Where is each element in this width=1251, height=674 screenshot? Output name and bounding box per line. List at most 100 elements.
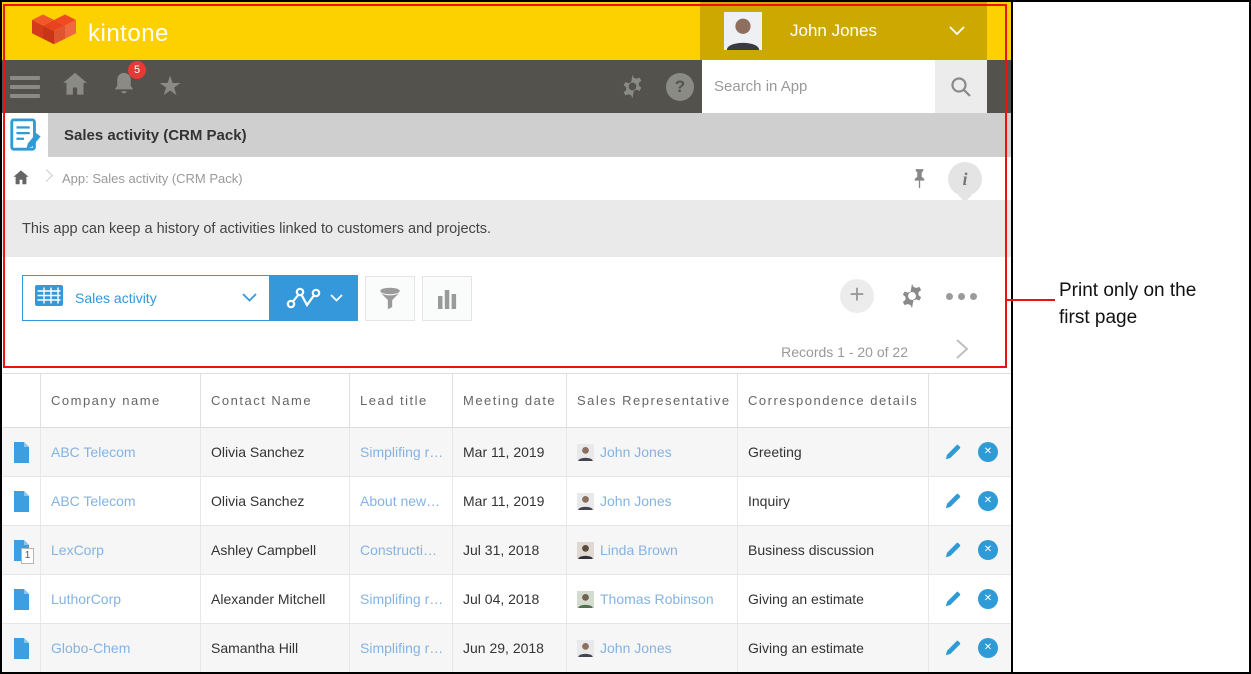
sales-rep-cell[interactable]: John Jones: [566, 428, 737, 476]
home-icon[interactable]: [60, 71, 90, 102]
more-options-icon[interactable]: [946, 293, 977, 300]
table-row[interactable]: Globo-Chem Samantha Hill Simplifing r… J…: [2, 624, 1013, 672]
search-button[interactable]: [935, 60, 987, 113]
meeting-date-cell: Jul 04, 2018: [452, 575, 566, 623]
meeting-date-cell: Mar 11, 2019: [452, 428, 566, 476]
breadcrumb-home-icon[interactable]: [12, 169, 30, 191]
table-row[interactable]: LuthorCorp Alexander Mitchell Simplifing…: [2, 575, 1013, 624]
record-cell[interactable]: [2, 624, 40, 672]
sales-rep-cell[interactable]: John Jones: [566, 624, 737, 672]
record-cell[interactable]: [2, 575, 40, 623]
line-chart-icon: [286, 287, 322, 310]
correspondence-details-cell: Giving an estimate: [737, 575, 928, 623]
annotation-connector-line: [1007, 299, 1055, 301]
table-row[interactable]: ABC Telecom Olivia Sanchez About new… Ma…: [2, 477, 1013, 526]
contact-name-cell: Olivia Sanchez: [200, 477, 349, 525]
annotation-text: Print only on the first page: [1059, 277, 1239, 331]
app-settings-gear-icon[interactable]: [898, 282, 926, 315]
edit-record-icon[interactable]: [944, 639, 962, 657]
user-menu[interactable]: John Jones: [700, 2, 987, 60]
app-info-icon[interactable]: i: [948, 162, 982, 196]
delete-record-icon[interactable]: ✕: [978, 491, 998, 511]
settings-gear-icon[interactable]: [619, 73, 646, 105]
view-selector-dropdown[interactable]: Sales activity: [22, 275, 270, 321]
delete-record-icon[interactable]: ✕: [978, 638, 998, 658]
rep-avatar: [577, 640, 594, 657]
company-name-link[interactable]: Globo-Chem: [40, 624, 200, 672]
table-row[interactable]: 1 LexCorp Ashley Campbell Constructi… Ju…: [2, 526, 1013, 575]
column-header-spacer: [2, 374, 40, 427]
company-name-link[interactable]: ABC Telecom: [40, 477, 200, 525]
global-toolbar: 5 ★ ?: [2, 60, 1011, 113]
lead-title-link[interactable]: About new…: [349, 477, 452, 525]
column-header: Lead title: [349, 374, 452, 427]
row-actions: ✕: [928, 575, 1013, 623]
chevron-down-icon: [242, 289, 257, 307]
user-avatar: [724, 12, 762, 50]
correspondence-details-cell: Business discussion: [737, 526, 928, 574]
column-header: Sales Representative: [566, 374, 737, 427]
lead-title-link[interactable]: Simplifing r…: [349, 428, 452, 476]
record-cell[interactable]: [2, 477, 40, 525]
app-description-text: This app can keep a history of activitie…: [22, 221, 491, 237]
delete-record-icon[interactable]: ✕: [978, 589, 998, 609]
notifications-bell-icon[interactable]: 5: [110, 70, 138, 103]
company-name-link[interactable]: LexCorp: [40, 526, 200, 574]
record-document-icon: [12, 490, 31, 513]
lead-title-link[interactable]: Simplifing r…: [349, 624, 452, 672]
delete-record-icon[interactable]: ✕: [978, 442, 998, 462]
chevron-down-icon: [330, 294, 343, 302]
table-row[interactable]: ABC Telecom Olivia Sanchez Simplifing r……: [2, 428, 1013, 477]
record-cell[interactable]: [2, 428, 40, 476]
next-page-icon[interactable]: [954, 337, 970, 366]
rep-name-link[interactable]: Thomas Robinson: [600, 591, 714, 607]
chevron-down-icon: [949, 22, 965, 40]
search-input[interactable]: [702, 60, 935, 113]
rep-name-link[interactable]: John Jones: [600, 493, 672, 509]
lead-title-link[interactable]: Simplifing r…: [349, 575, 452, 623]
company-name-link[interactable]: ABC Telecom: [40, 428, 200, 476]
delete-record-icon[interactable]: ✕: [978, 540, 998, 560]
record-document-icon: [12, 588, 31, 611]
rep-name-link[interactable]: John Jones: [600, 444, 672, 460]
edit-record-icon[interactable]: [944, 541, 962, 559]
correspondence-details-cell: Greeting: [737, 428, 928, 476]
rep-avatar: [577, 591, 594, 608]
company-name-link[interactable]: LuthorCorp: [40, 575, 200, 623]
chart-view-button[interactable]: [270, 275, 358, 321]
title-bar: Sales activity (CRM Pack): [48, 113, 1011, 157]
graph-button[interactable]: [422, 276, 472, 321]
hamburger-menu-icon[interactable]: [10, 76, 40, 98]
breadcrumb-app-label[interactable]: App: Sales activity (CRM Pack): [62, 171, 243, 186]
column-header: Meeting date: [452, 374, 566, 427]
correspondence-details-cell: Giving an estimate: [737, 624, 928, 672]
edit-record-icon[interactable]: [944, 590, 962, 608]
kintone-logo-text: kintone: [88, 20, 169, 48]
lead-title-link[interactable]: Constructi…: [349, 526, 452, 574]
favorites-star-icon[interactable]: ★: [158, 73, 182, 100]
rep-avatar: [577, 493, 594, 510]
edit-record-icon[interactable]: [944, 492, 962, 510]
bar-chart-icon: [436, 287, 458, 311]
add-record-button[interactable]: +: [840, 279, 874, 313]
sales-rep-cell[interactable]: Thomas Robinson: [566, 575, 737, 623]
contact-name-cell: Alexander Mitchell: [200, 575, 349, 623]
help-icon[interactable]: ?: [666, 73, 694, 101]
row-actions: ✕: [928, 526, 1013, 574]
pin-icon[interactable]: [912, 167, 927, 195]
row-actions: ✕: [928, 477, 1013, 525]
rep-name-link[interactable]: Linda Brown: [600, 542, 678, 558]
correspondence-details-cell: Inquiry: [737, 477, 928, 525]
filter-button[interactable]: [365, 276, 415, 321]
rep-name-link[interactable]: John Jones: [600, 640, 672, 656]
sales-rep-cell[interactable]: Linda Brown: [566, 526, 737, 574]
kintone-logo[interactable]: kintone: [32, 12, 169, 55]
breadcrumb: App: Sales activity (CRM Pack) i: [2, 157, 1011, 200]
record-cell[interactable]: 1: [2, 526, 40, 574]
table-body: ABC Telecom Olivia Sanchez Simplifing r……: [2, 428, 1013, 672]
sales-rep-cell[interactable]: John Jones: [566, 477, 737, 525]
column-header: Contact Name: [200, 374, 349, 427]
meeting-date-cell: Mar 11, 2019: [452, 477, 566, 525]
row-actions: ✕: [928, 624, 1013, 672]
edit-record-icon[interactable]: [944, 443, 962, 461]
